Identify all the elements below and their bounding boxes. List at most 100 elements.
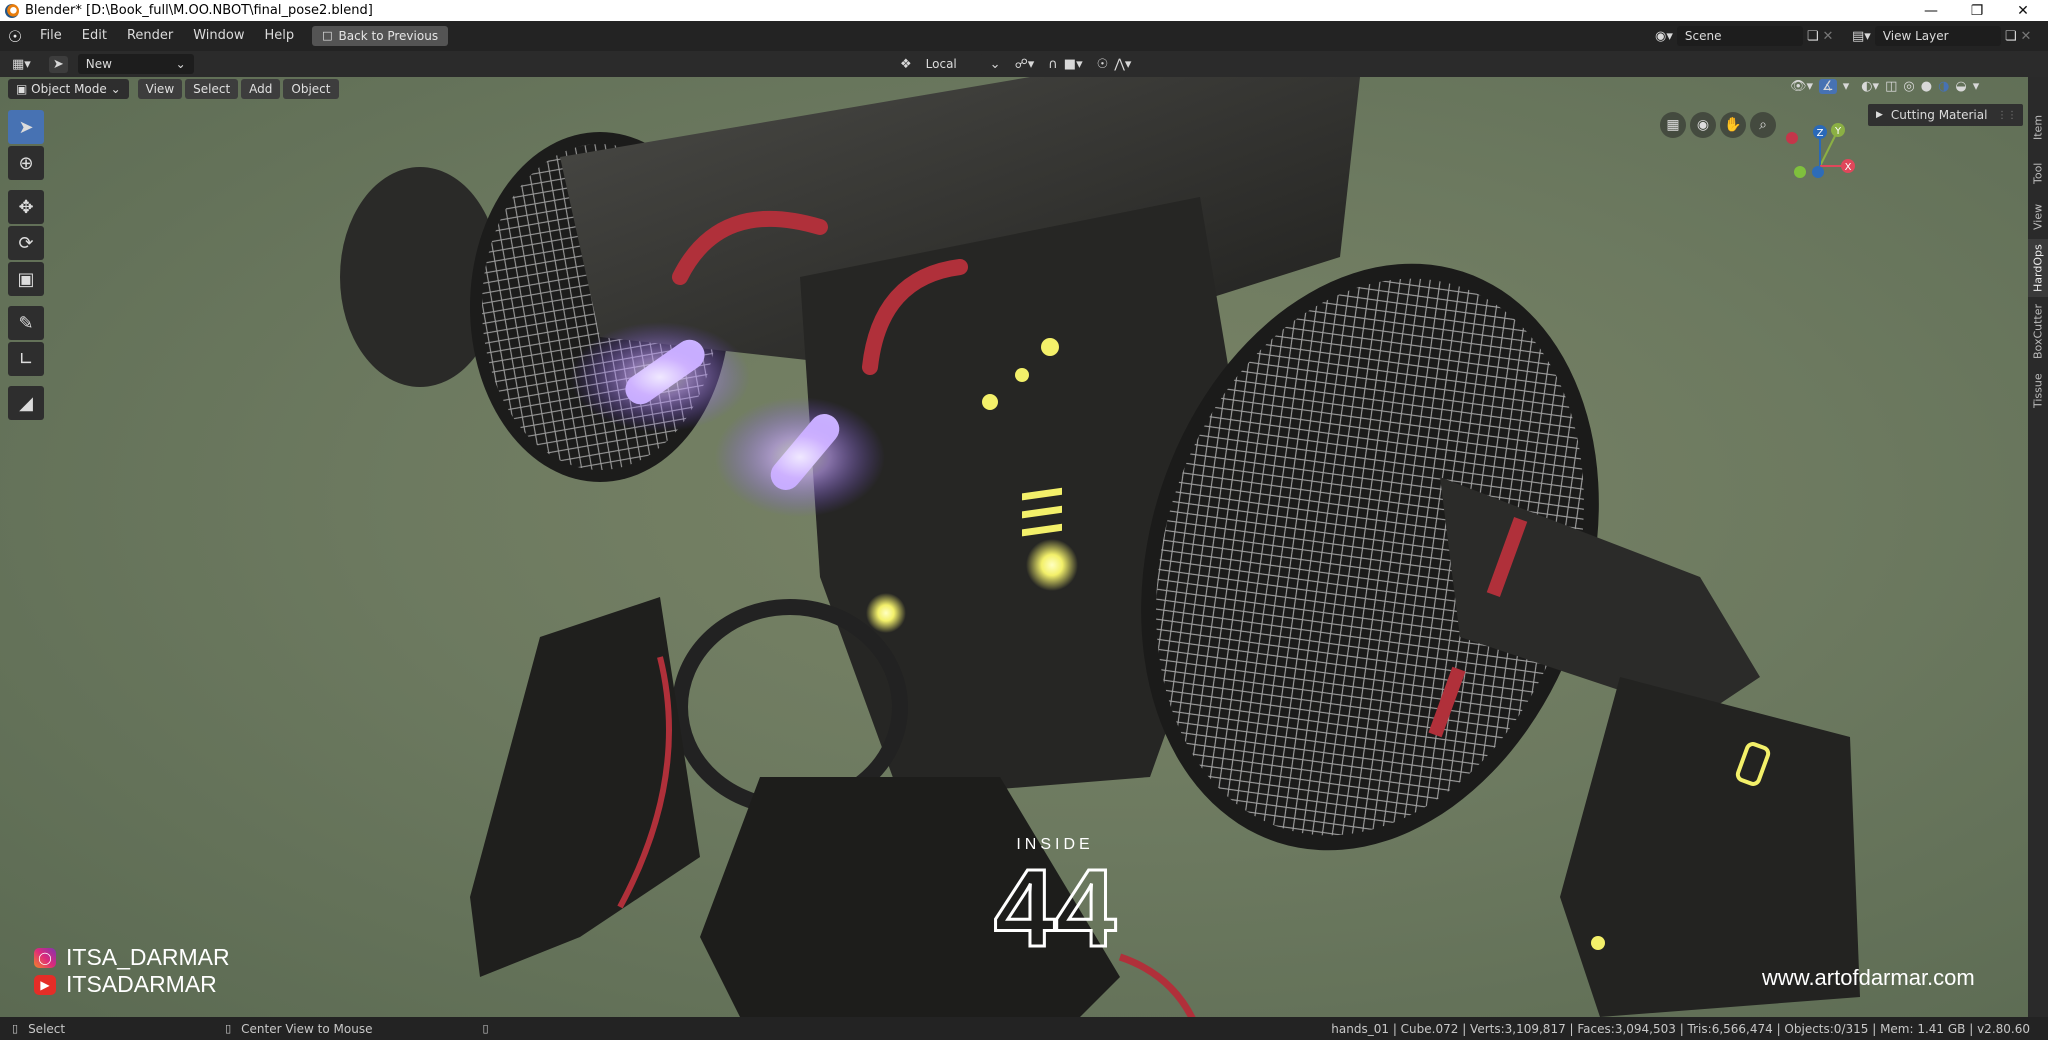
pan-hand-icon[interactable]: ✋: [1720, 112, 1746, 138]
transform-orientation-icon: ❖: [900, 56, 912, 72]
wireframe-shading-icon[interactable]: ◎: [1903, 79, 1914, 94]
view-menu[interactable]: View: [137, 79, 183, 99]
gizmo-toggle-icon[interactable]: ∡: [1819, 79, 1837, 94]
select-mode-icon[interactable]: ➤: [48, 55, 68, 73]
proportional-falloff-icon[interactable]: ⋀▾: [1114, 57, 1131, 72]
scene-statistics: hands_01 | Cube.072 | Verts:3,109,817 | …: [1331, 1021, 2030, 1036]
instagram-handle: ◯ ITSA_DARMAR: [34, 944, 230, 971]
website-watermark: www.artofdarmar.com: [1762, 965, 1975, 990]
menu-edit[interactable]: Edit: [72, 21, 117, 51]
yellow-lamp: [1026, 539, 1078, 591]
cursor-tool[interactable]: ⊕: [8, 146, 44, 180]
tab-view[interactable]: View: [2028, 197, 2048, 237]
axis-gizmo[interactable]: Z Y X: [1780, 118, 1860, 188]
move-tool[interactable]: ✥: [8, 190, 44, 224]
shading-options-icon[interactable]: ▾: [1973, 79, 1980, 94]
pivot-point-icon[interactable]: ☍▾: [1015, 57, 1035, 72]
delete-view-layer-icon[interactable]: ✕: [2020, 29, 2031, 44]
tab-hardops[interactable]: HardOps: [2028, 239, 2048, 297]
menu-help[interactable]: Help: [255, 21, 305, 51]
rendered-shading-icon[interactable]: ◒: [1955, 79, 1966, 94]
tab-item[interactable]: Item: [2028, 107, 2048, 147]
instagram-icon: ◯: [34, 947, 56, 968]
overlays-icon[interactable]: ◐▾: [1861, 79, 1879, 94]
cutting-material-panel[interactable]: ▶ Cutting Material ⋮⋮: [1868, 104, 2023, 126]
rotate-tool[interactable]: ⟳: [8, 226, 44, 260]
youtube-handle: ▶ ITSADARMAR: [34, 971, 217, 998]
viewport-header: ▣ Object Mode ⌄ View Select Add Object 👁…: [0, 77, 2048, 101]
new-label: New: [85, 57, 112, 71]
window-title: Blender* [D:\Book_full\M.OO.NBOT\final_p…: [25, 3, 373, 18]
zoom-icon[interactable]: ⌕: [1750, 112, 1776, 138]
delete-scene-icon[interactable]: ✕: [1823, 29, 1834, 44]
snap-magnet-icon[interactable]: ∩: [1048, 57, 1058, 72]
tab-boxcutter[interactable]: BoxCutter: [2028, 299, 2048, 363]
mouse-left-icon: ▯: [12, 1022, 19, 1035]
object-menu[interactable]: Object: [283, 79, 339, 99]
boxcutter-tool[interactable]: ◢: [8, 386, 44, 420]
close-icon[interactable]: ✕: [2000, 0, 2046, 21]
window-title-bar: Blender* [D:\Book_full\M.OO.NBOT\final_p…: [0, 0, 2048, 21]
xray-icon[interactable]: ◫: [1885, 79, 1897, 94]
mouse-middle-icon: ▯: [225, 1022, 232, 1035]
chevron-down-icon: ⌄: [110, 82, 121, 96]
toggle-camera-grid-icon[interactable]: ▦: [1660, 112, 1686, 138]
transform-orientation-dropdown[interactable]: Local: [917, 54, 984, 74]
camera-view-icon[interactable]: ◉: [1690, 112, 1716, 138]
editor-type-icon[interactable]: ▦▾: [12, 57, 31, 72]
instagram-text: ITSA_DARMAR: [66, 944, 230, 970]
tab-tool[interactable]: Tool: [2028, 153, 2048, 193]
rotate-icon: ⟳: [18, 232, 34, 254]
annotate-tool[interactable]: ✎: [8, 306, 44, 340]
gizmo-z-label: Z: [1817, 128, 1824, 139]
move-icon: ✥: [18, 196, 34, 218]
object-mode-dropdown[interactable]: ▣ Object Mode ⌄: [8, 79, 129, 99]
menu-window[interactable]: Window: [183, 21, 254, 51]
proportional-edit-icon[interactable]: ☉: [1097, 57, 1109, 72]
back-icon: □: [322, 29, 333, 42]
boxcutter-icon: ◢: [19, 392, 33, 414]
new-view-layer-icon[interactable]: ❏: [2005, 29, 2017, 44]
cutting-material-label: Cutting Material: [1890, 108, 1988, 122]
measure-tool[interactable]: ∟: [8, 342, 44, 376]
scene-name-field[interactable]: Scene: [1676, 26, 1803, 46]
chevron-down-icon: ⌄: [175, 57, 186, 71]
gizmo-y-label: Y: [1834, 126, 1842, 137]
restore-icon[interactable]: ❐: [1954, 0, 2000, 21]
view-layer-selector-icon[interactable]: ▤▾: [1852, 29, 1871, 44]
back-to-previous-label: Back to Previous: [338, 29, 439, 43]
drag-handle-icon[interactable]: ⋮⋮: [1997, 110, 2017, 121]
3d-cursor-icon: ⊕: [18, 152, 34, 174]
minimize-icon[interactable]: —: [1908, 0, 1954, 21]
material-shading-icon[interactable]: ◑: [1938, 79, 1949, 94]
select-menu[interactable]: Select: [185, 79, 239, 99]
visibility-icon[interactable]: 👁▾: [1790, 79, 1813, 94]
new-material-dropdown[interactable]: New ⌄: [77, 54, 194, 74]
object-mode-icon: ▣: [16, 82, 28, 96]
cursor-arrow-icon: ➤: [18, 116, 34, 138]
snap-target-icon[interactable]: ■▾: [1064, 57, 1083, 72]
back-to-previous-button[interactable]: □ Back to Previous: [312, 26, 449, 46]
select-box-tool[interactable]: ➤: [8, 110, 44, 144]
scale-icon: ▣: [17, 268, 35, 290]
blender-logo-icon[interactable]: ☉: [0, 21, 30, 51]
add-menu[interactable]: Add: [241, 79, 281, 99]
yellow-lamp-2: [866, 593, 906, 633]
solid-shading-icon[interactable]: ●: [1921, 79, 1932, 94]
tool-shelf: ➤ ⊕ ✥ ⟳ ▣ ✎ ∟ ◢: [8, 110, 48, 422]
view-layer-name-field[interactable]: View Layer: [1874, 26, 2001, 46]
youtube-text: ITSADARMAR: [66, 971, 217, 997]
object-mode-label: Object Mode: [31, 82, 107, 96]
status-bar: ▯ Select ▯ Center View to Mouse ▯ hands_…: [0, 1017, 2048, 1040]
menu-render[interactable]: Render: [117, 21, 183, 51]
gizmo-x-label: X: [1845, 162, 1852, 173]
viewport-tool-header: ▦▾ ➤ New ⌄ ❖ Local ⌄ ☍▾ ∩ ■▾ ☉ ⋀▾: [0, 51, 2048, 77]
tab-tissue[interactable]: Tissue: [2028, 367, 2048, 415]
new-scene-icon[interactable]: ❏: [1807, 29, 1819, 44]
scene-selector-icon[interactable]: ◉▾: [1655, 29, 1673, 44]
yellow-stripe-light-right: [1022, 487, 1062, 537]
scale-tool[interactable]: ▣: [8, 262, 44, 296]
menu-file[interactable]: File: [30, 21, 72, 51]
gizmo-options-icon[interactable]: ▾: [1843, 79, 1850, 94]
chevron-down-icon: ⌄: [989, 56, 1001, 72]
